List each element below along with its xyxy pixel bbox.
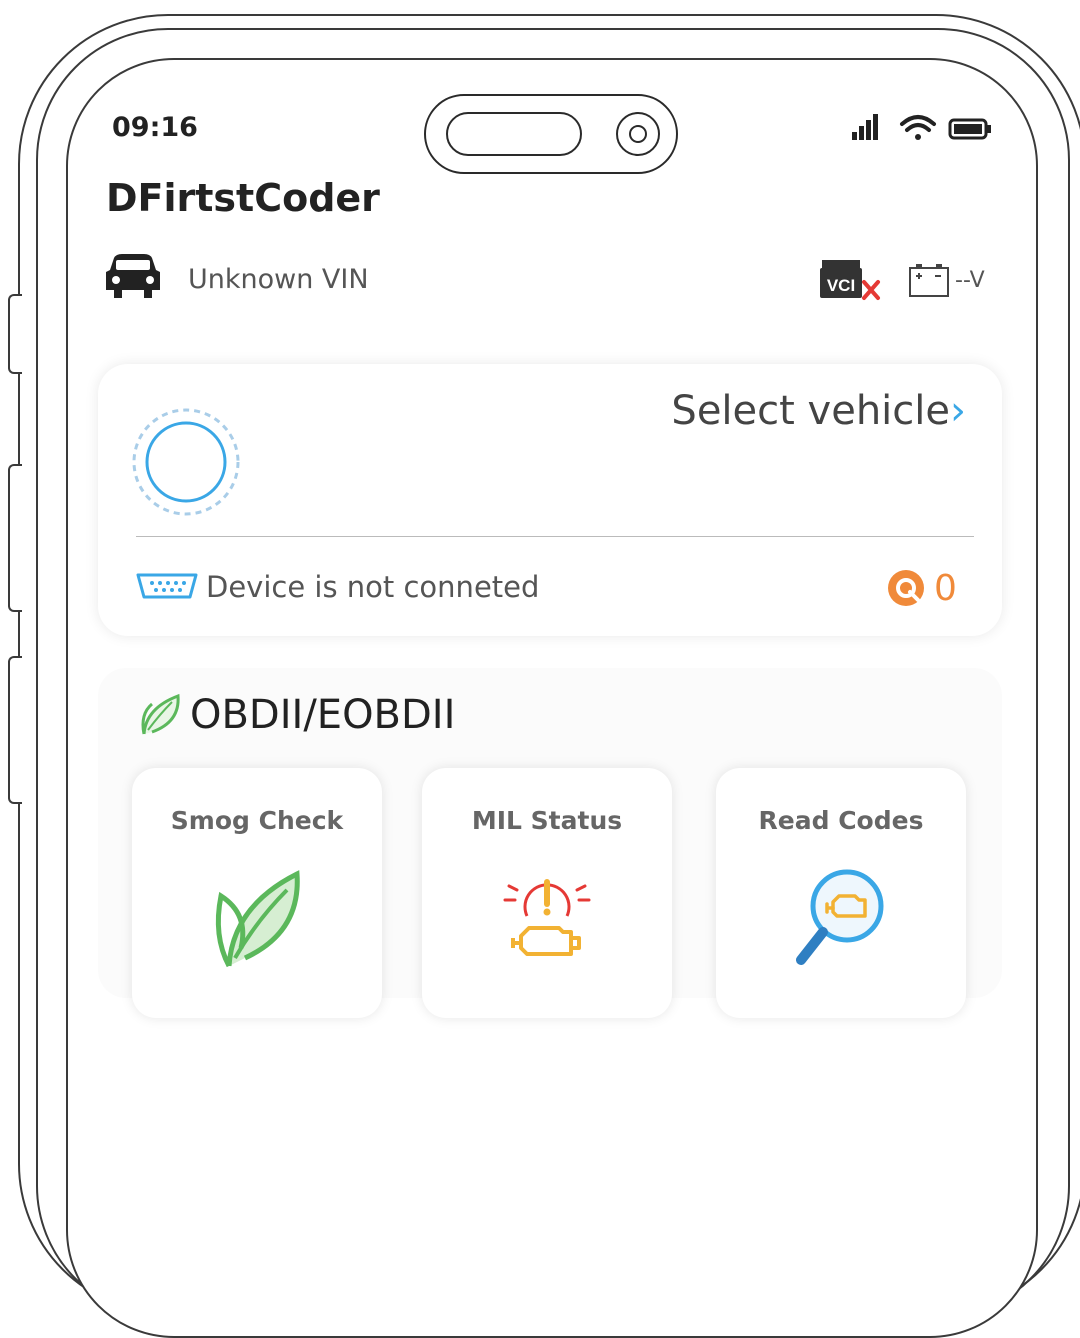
vci-disconnected-icon[interactable]: VCI — [818, 258, 888, 304]
coin-count: 0 — [934, 568, 957, 609]
section-title: OBDII/EOBDII — [190, 692, 456, 738]
leaf-icon — [215, 870, 300, 968]
chevron-right-icon: › — [950, 388, 966, 434]
connect-ring-icon[interactable] — [130, 406, 242, 518]
battery-status-icon — [948, 118, 991, 140]
engine-warning-icon — [503, 879, 591, 956]
camera-icon — [616, 112, 660, 156]
dynamic-island — [424, 94, 678, 174]
wifi-icon — [900, 115, 936, 140]
app-title: DFirtstCoder — [106, 176, 380, 220]
obd-section: OBDII/EOBDII Smog Check MIL Status Read … — [98, 668, 1002, 1018]
leaf-icon — [141, 693, 180, 735]
car-icon — [106, 254, 160, 298]
tile-mil-status[interactable]: MIL Status — [422, 768, 672, 1018]
tile-read-codes[interactable]: Read Codes — [716, 768, 966, 1018]
car-battery-icon — [909, 264, 949, 297]
side-button-volume-down — [8, 656, 22, 804]
side-button-action — [8, 294, 22, 374]
voltage-readout: --V — [955, 268, 985, 293]
status-time: 09:16 — [112, 112, 198, 143]
status-icons — [850, 112, 996, 144]
signal-icon — [852, 114, 878, 140]
obd-port-icon — [136, 573, 198, 599]
divider — [136, 536, 974, 537]
engine-search-icon — [796, 869, 884, 965]
tile-smog-check[interactable]: Smog Check — [132, 768, 382, 1018]
coin-icon[interactable] — [886, 568, 926, 608]
select-vehicle-button[interactable]: Select vehicle› — [671, 388, 966, 434]
device-status-text: Device is not conneted — [206, 570, 540, 604]
connection-card: Select vehicle› Device is not conneted 0 — [98, 364, 1002, 636]
vin-label: Unknown VIN — [188, 264, 369, 295]
side-button-volume-up — [8, 464, 22, 612]
svg-text:VCI: VCI — [827, 276, 855, 295]
